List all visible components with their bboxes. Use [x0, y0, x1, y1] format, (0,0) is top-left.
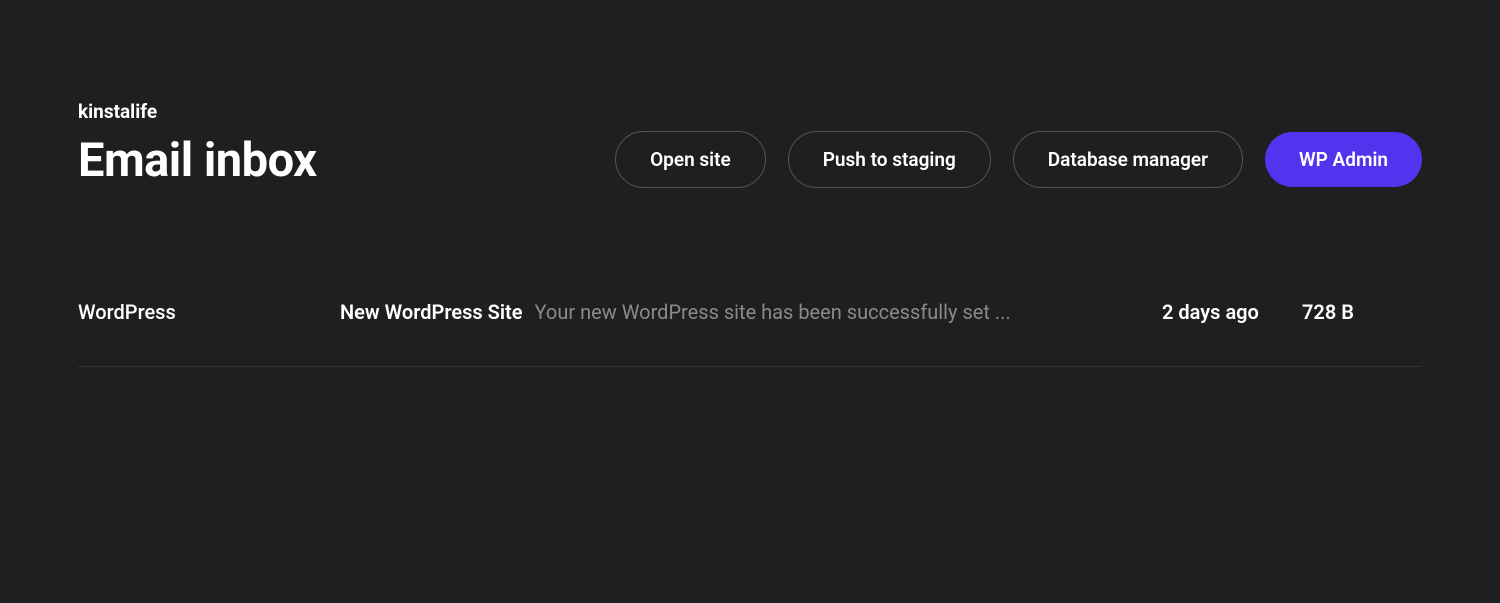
header-actions: Open site Push to staging Database manag…	[615, 131, 1422, 188]
open-site-button[interactable]: Open site	[615, 131, 766, 188]
email-subject-preview: New WordPress Site Your new WordPress si…	[340, 300, 1142, 324]
email-size: 728 B	[1302, 300, 1422, 324]
email-preview: Your new WordPress site has been success…	[535, 300, 1011, 324]
page-header: kinstalife Email inbox Open site Push to…	[78, 100, 1422, 188]
email-subject: New WordPress Site	[340, 300, 523, 324]
database-manager-button[interactable]: Database manager	[1013, 131, 1243, 188]
email-row[interactable]: WordPress New WordPress Site Your new Wo…	[78, 300, 1422, 367]
wp-admin-button[interactable]: WP Admin	[1265, 132, 1422, 187]
site-name: kinstalife	[78, 100, 317, 123]
push-to-staging-button[interactable]: Push to staging	[788, 131, 991, 188]
email-time: 2 days ago	[1142, 300, 1302, 324]
email-list: WordPress New WordPress Site Your new Wo…	[78, 300, 1422, 367]
email-sender: WordPress	[78, 300, 340, 324]
page-title: Email inbox	[78, 133, 317, 188]
